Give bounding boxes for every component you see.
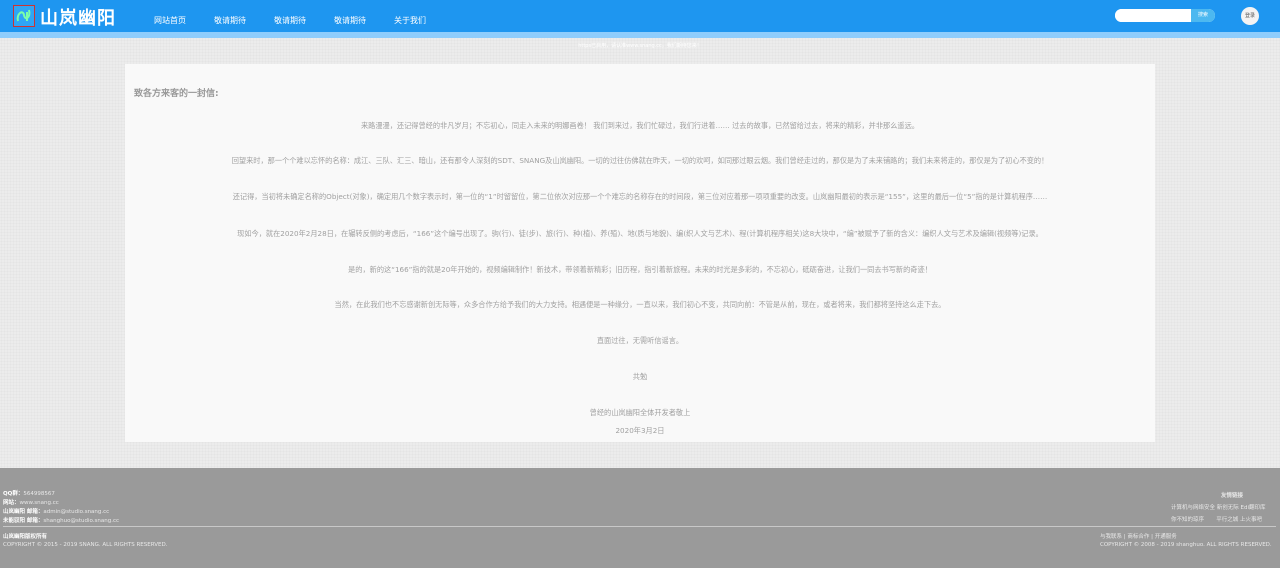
letter-paragraph: 是的，新的这“166”指的就是20年开始的，视频编辑制作！新技术，带领着新精彩；… [348,265,932,274]
footer-divider [3,526,1276,527]
search-button[interactable]: 搜索 [1191,9,1215,22]
footer-site: 网站：www.snang.cc [3,500,59,506]
nav-home[interactable]: 网站首页 [140,0,200,32]
letter-date: 2020年3月2日 [615,426,665,435]
friend-link[interactable]: 计算机与网络安全 [1171,505,1215,511]
letter-closing: 共勉 [632,372,648,381]
top-header: 山岚幽阳 网站首页 敬请期待 敬请期待 敬请期待 关于我们 搜索 登录 [0,0,1280,32]
search-box: 搜索 [1115,9,1215,22]
friends-row-1: 计算机与网络安全 新创无际 Edi翻印库 [1171,503,1266,511]
letter-paragraph: 直面过往，无需听信谣言。 [596,336,684,345]
friends-title: 友情链接 [1221,493,1244,499]
friend-link[interactable]: Edi翻印库 [1241,505,1266,511]
friend-link[interactable]: 你不知的琼序 [1171,517,1204,523]
service-link[interactable]: 开通服务 [1155,534,1177,540]
copyright-left: COPYRIGHT © 2015 - 2019 SNANG. ALL RIGHT… [3,542,168,548]
notice-bar: https已启用，请认准www.snang.cc，我们期待您来！ [0,32,1280,49]
rights-owner: 山岚幽阳版权所有 [3,534,48,540]
footer-mail-2: 未能驭阳 邮箱：shanghuo@studio.snang.cc [3,518,119,524]
search-input[interactable] [1115,9,1191,22]
nav-coming-soon-2[interactable]: 敬请期待 [260,0,320,32]
nav-about-us[interactable]: 关于我们 [380,0,440,32]
footer-links: 与我联系 | 商标合作 | 开通服务 [1100,534,1177,540]
letter-card: 致各方来客的一封信: 来路漫漫，还记得曾经的非凡岁月；不忘初心，同走入未来的明娜… [125,64,1155,442]
letter-paragraph: 来路漫漫，还记得曾经的非凡岁月；不忘初心，同走入未来的明娜画卷！ 我们到来过，我… [360,121,919,130]
friend-link[interactable]: 上火事吧 [1240,517,1262,523]
letter-signature: 曾经的山岚幽阳全体开发者敬上 [589,408,691,417]
avatar-login[interactable]: 登录 [1241,7,1259,25]
notice-text: https已启用，请认准www.snang.cc，我们期待您来！ [578,43,702,49]
footer-qq: QQ群：564998567 [3,491,55,497]
contact-link[interactable]: 与我联系 [1100,534,1122,540]
friend-link[interactable]: 平行之城 [1216,517,1238,523]
logo-icon[interactable] [13,5,35,27]
friend-link[interactable]: 新创无际 [1217,505,1239,511]
nav-coming-soon-3[interactable]: 敬请期待 [320,0,380,32]
letter-paragraph: 还记得，当初将未确定名称的Object(对象)，确定用几个数字表示时，第一位的“… [232,192,1048,201]
trademark-link[interactable]: 商标合作 [1127,534,1149,540]
main-nav: 网站首页 敬请期待 敬请期待 敬请期待 关于我们 [140,0,440,32]
nav-coming-soon-1[interactable]: 敬请期待 [200,0,260,32]
letter-paragraph: 现如今，就在2020年2月28日，在辗转反侧的考虑后，“166”这个编号出现了。… [237,229,1043,238]
copyright-right: COPYRIGHT © 2008 - 2019 shanghuo. ALL RI… [1100,542,1272,548]
site-footer: QQ群：564998567 网站：www.snang.cc 山岚幽阳 邮箱：ad… [0,468,1280,568]
logo-mark-icon [16,9,31,22]
letter-paragraph: 当然，在此我们也不忘感谢新创无际等，众多合作方给予我们的大力支持。相遇便是一种缘… [334,300,946,309]
letter-title: 致各方来客的一封信: [134,89,219,99]
letter-paragraph: 回望来时，那一个个难以忘怀的名称：成江、三队、汇三、暗山，还有那令人深刻的SDT… [231,156,1049,165]
friends-row-2: 你不知的琼序 平行之城 上火事吧 [1171,515,1262,523]
site-name[interactable]: 山岚幽阳 [40,4,116,30]
footer-mail-1: 山岚幽阳 邮箱：admin@studio.snang.cc [3,509,110,515]
